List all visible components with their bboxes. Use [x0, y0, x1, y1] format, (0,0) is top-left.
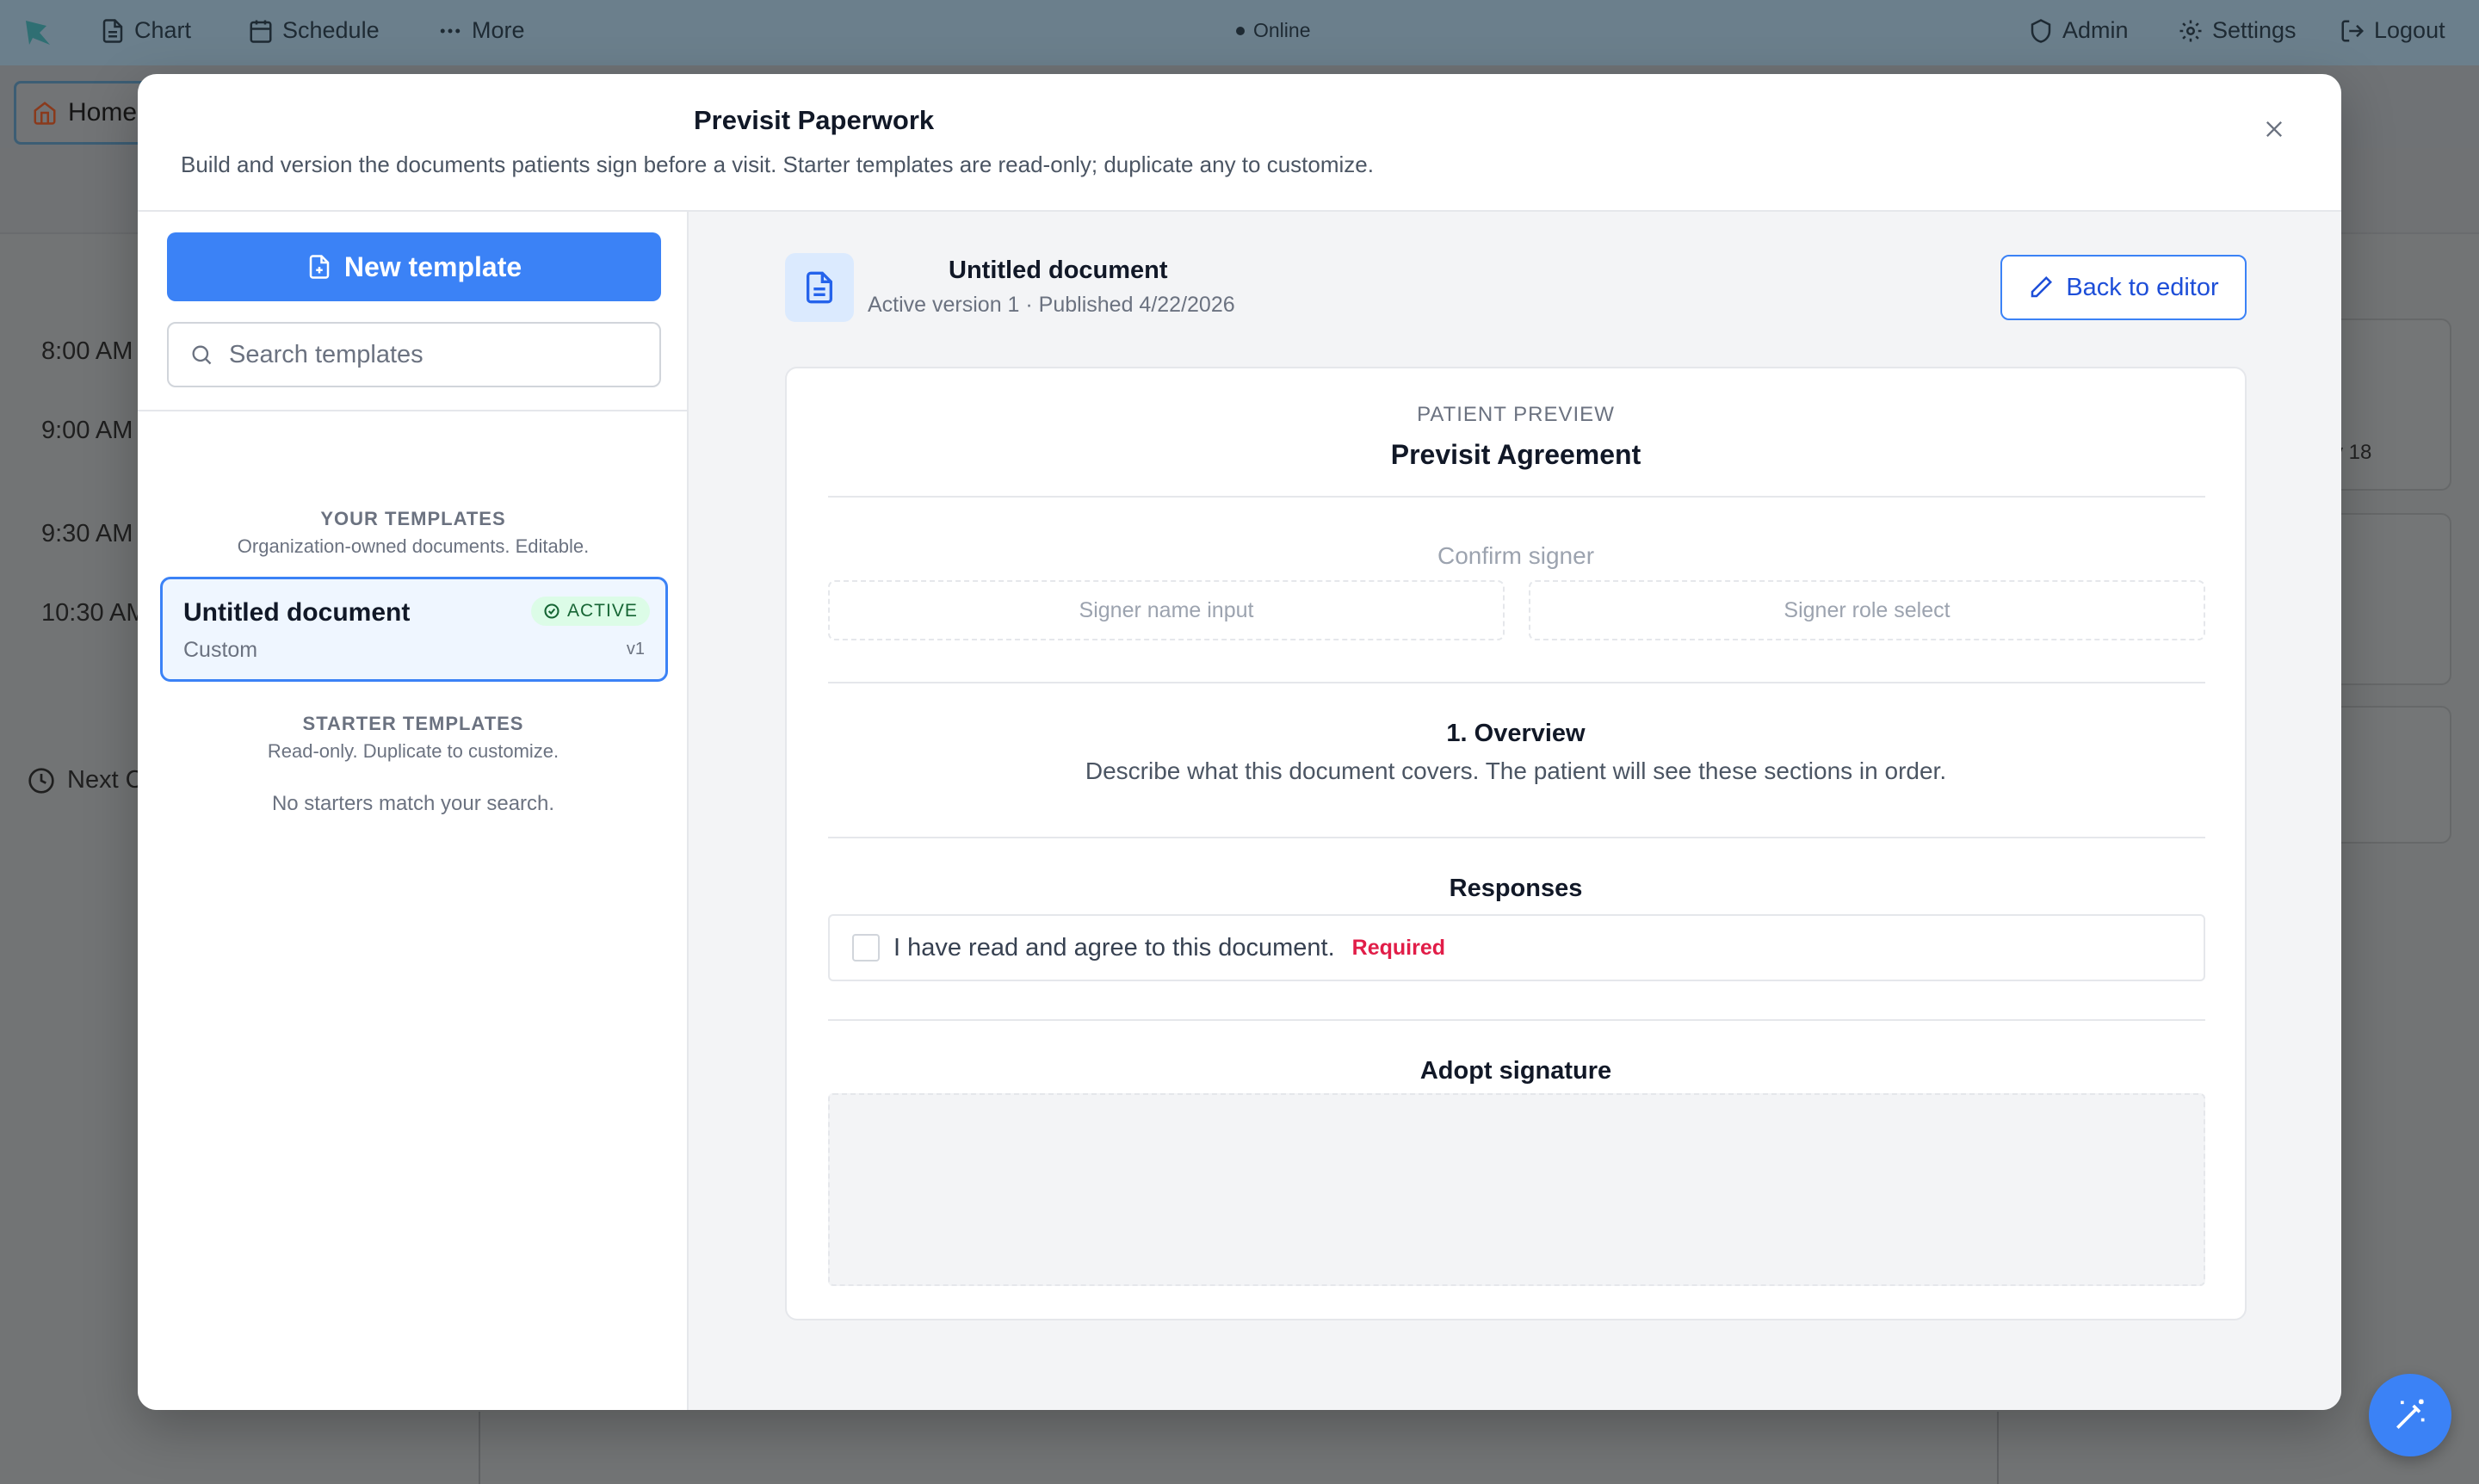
close-icon	[2266, 121, 2282, 137]
file-plus-icon	[309, 255, 330, 279]
time-slot: 9:30 AM	[41, 520, 133, 547]
document-preview-pane: Untitled document Active version 1 · Pub…	[689, 212, 2341, 1410]
time-slot: 8:00 AM	[41, 337, 133, 365]
document-title: Untitled document	[949, 257, 1168, 284]
overview-body: Describe what this document covers. The …	[1085, 757, 1947, 784]
column-divider	[479, 1412, 480, 1484]
shield-icon	[2031, 18, 2051, 43]
status-badge: ACTIVE	[531, 597, 650, 626]
nav-schedule[interactable]: Schedule	[248, 17, 380, 44]
modal-header: Previsit Paperwork Build and version the…	[138, 74, 2341, 212]
next-label: Next C	[67, 766, 144, 794]
document-meta: Active version 1 · Published 4/22/2026	[868, 293, 1235, 317]
your-templates-heading: YOUR TEMPLATES	[320, 508, 506, 529]
back-to-editor-button[interactable]: Back to editor	[2000, 255, 2247, 320]
starter-empty-message: No starters match your search.	[271, 792, 555, 815]
calendar-icon	[250, 20, 272, 43]
template-search	[167, 322, 661, 387]
clock-icon	[28, 767, 54, 794]
column-divider	[1997, 1412, 1999, 1484]
connection-status: Online	[1236, 19, 1310, 42]
divider	[828, 1019, 2205, 1021]
new-template-label: New template	[343, 250, 522, 282]
nav-more-label: More	[472, 17, 525, 43]
modal-subtitle: Build and version the documents patients…	[181, 151, 1374, 177]
top-navbar: Chart Schedule More Online Admin Setting…	[0, 0, 2479, 65]
nav-settings[interactable]: Settings	[2178, 17, 2297, 44]
template-type: Custom	[183, 638, 258, 662]
signature-heading: Adopt signature	[1419, 1057, 1612, 1085]
patient-preview-card: PATIENT PREVIEW Previsit Agreement Confi…	[785, 367, 2247, 1320]
right-card	[2324, 318, 2451, 491]
nav-admin-label: Admin	[2062, 17, 2129, 43]
magic-wand-icon	[2396, 1399, 2425, 1429]
divider	[828, 837, 2205, 838]
gear-icon	[2179, 20, 2202, 41]
close-button[interactable]	[2257, 112, 2291, 146]
search-icon	[192, 345, 212, 365]
divider	[828, 682, 2205, 683]
preview-title: Previsit Agreement	[1390, 439, 1641, 470]
more-dots-icon	[440, 28, 461, 33]
template-name: Untitled document	[183, 598, 411, 627]
modal-title: Previsit Paperwork	[694, 105, 935, 135]
back-to-editor-label: Back to editor	[2066, 273, 2219, 301]
signature-pad[interactable]	[828, 1093, 2205, 1286]
search-input[interactable]	[229, 340, 642, 369]
required-badge: Required	[1351, 935, 1446, 960]
responses-heading: Responses	[1449, 875, 1583, 902]
tab-home-label: Home	[68, 98, 138, 127]
nav-chart[interactable]: Chart	[100, 17, 191, 44]
document-icon-box	[785, 253, 854, 322]
nav-chart-label: Chart	[134, 17, 192, 43]
nav-settings-label: Settings	[2212, 17, 2297, 43]
nav-more[interactable]: More	[437, 17, 525, 44]
nav-logout-label: Logout	[2374, 17, 2445, 43]
agree-text: I have read and agree to this document.	[893, 933, 1335, 962]
document-icon	[807, 271, 832, 304]
status-badge-label: ACTIVE	[567, 601, 638, 621]
starter-templates-heading: STARTER TEMPLATES	[302, 713, 524, 734]
check-circle-icon	[544, 603, 559, 619]
status-dot-icon	[1236, 26, 1245, 35]
starter-templates-sub: Read-only. Duplicate to customize.	[267, 740, 559, 762]
signer-role-select[interactable]: Signer role select	[1529, 580, 2205, 640]
new-template-button[interactable]: New template	[167, 232, 661, 301]
agreement-row: I have read and agree to this document. …	[828, 914, 2205, 981]
confirm-signer-label: Confirm signer	[1437, 542, 1595, 569]
signer-name-input[interactable]: Signer name input	[828, 580, 1505, 640]
tab-home[interactable]: Home	[14, 81, 151, 145]
nav-admin[interactable]: Admin	[2028, 17, 2129, 44]
document-icon	[102, 18, 123, 43]
time-slot: 9:00 AM	[41, 417, 133, 444]
app-logo-icon[interactable]	[21, 15, 55, 50]
home-icon	[34, 102, 56, 125]
right-card	[2324, 513, 2451, 685]
magic-wand-button[interactable]	[2369, 1374, 2451, 1456]
logout-icon	[2341, 20, 2365, 41]
template-item[interactable]: Untitled document Custom ACTIVE v1	[160, 577, 668, 682]
your-templates-sub: Organization-owned documents. Editable.	[237, 535, 590, 557]
divider	[138, 410, 689, 411]
template-version: v1	[626, 640, 645, 659]
overview-heading: 1. Overview	[1446, 720, 1586, 747]
agree-checkbox[interactable]	[852, 934, 880, 962]
divider	[828, 496, 2205, 498]
right-card	[2324, 706, 2451, 844]
nav-logout[interactable]: Logout	[2340, 17, 2445, 44]
next-appointment: Next C	[28, 766, 144, 795]
preview-label: PATIENT PREVIEW	[1417, 403, 1615, 426]
templates-sidebar: New template YOUR TEMPLATES Organization…	[138, 212, 689, 1410]
time-slot: 10:30 AM	[41, 599, 147, 627]
previsit-paperwork-modal: Previsit Paperwork Build and version the…	[138, 74, 2341, 1410]
nav-schedule-label: Schedule	[282, 17, 380, 43]
status-label: Online	[1253, 19, 1311, 41]
pencil-icon	[2031, 275, 2053, 298]
